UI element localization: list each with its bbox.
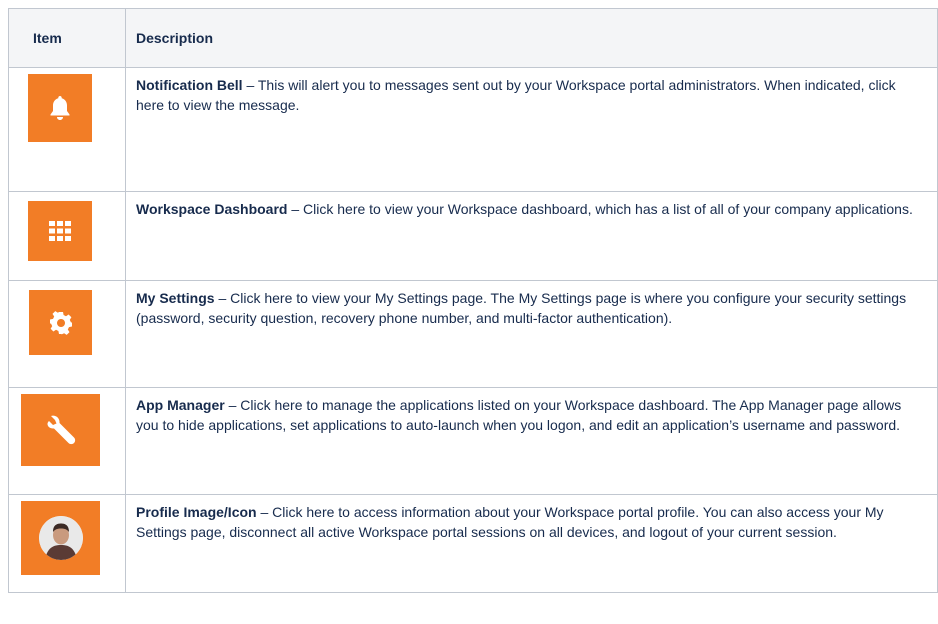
item-description: – Click here to view your Workspace dash… bbox=[287, 201, 913, 217]
wrench-icon bbox=[21, 394, 100, 466]
item-title: Workspace Dashboard bbox=[136, 201, 288, 217]
header-row: Item Description bbox=[8, 8, 938, 68]
description-cell: Notification Bell – This will alert you … bbox=[125, 67, 938, 192]
item-description: – This will alert you to messages sent o… bbox=[136, 77, 896, 113]
icon-cell bbox=[8, 67, 126, 192]
gear-icon bbox=[29, 290, 92, 355]
table-row-workspace-dashboard: Workspace Dashboard – Click here to view… bbox=[8, 191, 938, 281]
description-cell: Profile Image/Icon – Click here to acces… bbox=[125, 494, 938, 593]
item-title: My Settings bbox=[136, 290, 215, 306]
grid-icon bbox=[28, 201, 92, 261]
table-row-app-manager: App Manager – Click here to manage the a… bbox=[8, 387, 938, 495]
item-title: Notification Bell bbox=[136, 77, 243, 93]
item-title: App Manager bbox=[136, 397, 225, 413]
table-row-profile-image: Profile Image/Icon – Click here to acces… bbox=[8, 494, 938, 593]
avatar-icon[interactable] bbox=[21, 501, 100, 575]
description-cell: Workspace Dashboard – Click here to view… bbox=[125, 191, 938, 281]
feature-table: Item Description Notification Bell – Thi… bbox=[8, 8, 938, 593]
bell-icon bbox=[28, 74, 92, 142]
description-cell: App Manager – Click here to manage the a… bbox=[125, 387, 938, 495]
icon-cell bbox=[8, 280, 126, 388]
description-column-header: Description bbox=[125, 8, 938, 68]
item-description: – Click here to manage the applications … bbox=[136, 397, 902, 433]
item-column-header: Item bbox=[8, 8, 126, 68]
icon-cell bbox=[8, 387, 126, 495]
description-cell: My Settings – Click here to view your My… bbox=[125, 280, 938, 388]
item-description: – Click here to view your My Settings pa… bbox=[136, 290, 907, 326]
avatar bbox=[38, 516, 83, 560]
item-title: Profile Image/Icon bbox=[136, 504, 257, 520]
table-row-notification-bell: Notification Bell – This will alert you … bbox=[8, 67, 938, 192]
table-row-my-settings: My Settings – Click here to view your My… bbox=[8, 280, 938, 388]
items-table: Item Description Notification Bell – Thi… bbox=[8, 8, 938, 593]
icon-cell bbox=[8, 191, 126, 281]
icon-cell bbox=[8, 494, 126, 593]
